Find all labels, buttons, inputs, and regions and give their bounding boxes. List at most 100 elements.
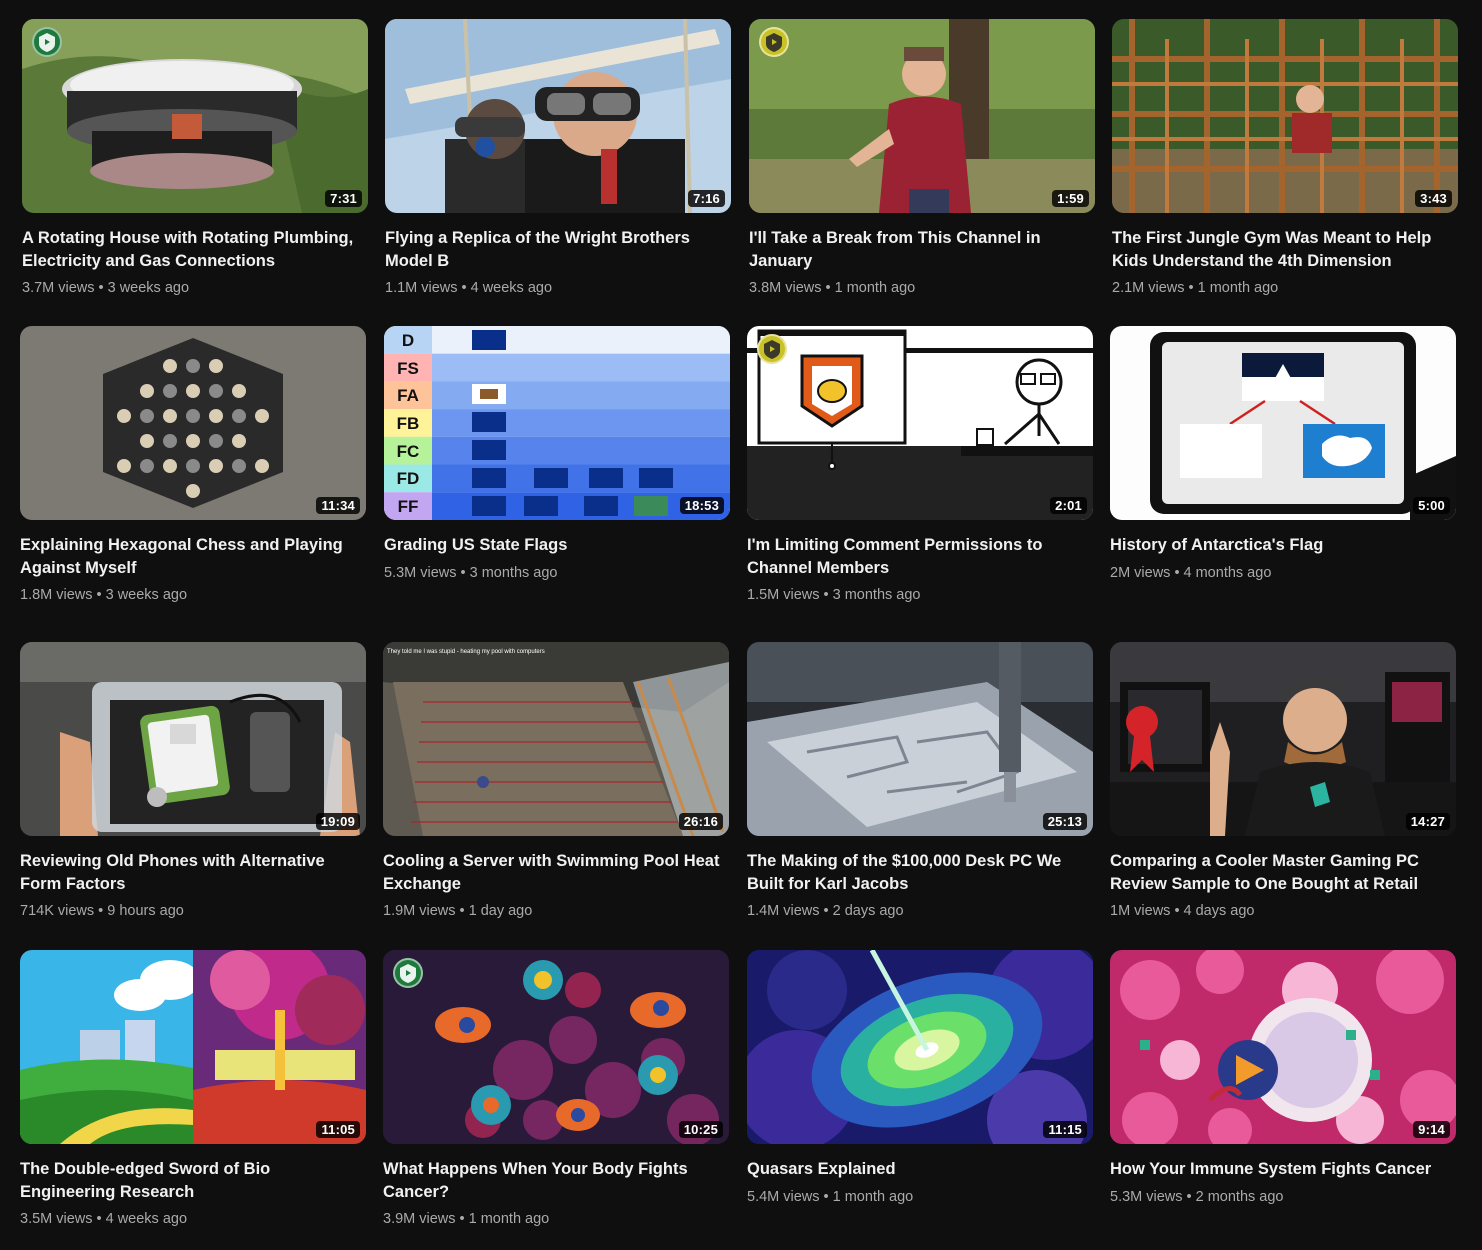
- upload-age: 3 months ago: [469, 564, 558, 581]
- video-duration: 10:25: [678, 1121, 723, 1138]
- video-card[interactable]: 5:00 History of Antarctica's Flag 2M vie…: [1110, 326, 1456, 583]
- video-thumbnail[interactable]: 7:16: [385, 19, 731, 213]
- video-card[interactable]: 10:25 What Happens When Your Body Fights…: [383, 950, 729, 1229]
- video-card[interactable]: 11:05 The Double-edged Sword of Bio Engi…: [20, 950, 366, 1229]
- view-count: 3.9M views: [383, 1211, 456, 1227]
- upload-age: 1 month ago: [832, 1188, 914, 1205]
- video-title[interactable]: Comparing a Cooler Master Gaming PC Revi…: [1110, 850, 1456, 895]
- video-meta: 3.5M views • 4 weeks ago: [20, 1209, 366, 1229]
- video-duration: 18:53: [679, 497, 724, 514]
- video-thumbnail[interactable]: 11:34: [20, 326, 366, 520]
- video-title[interactable]: How Your Immune System Fights Cancer: [1110, 1158, 1456, 1181]
- video-duration: 9:14: [1413, 1121, 1450, 1138]
- member-badge-icon: [393, 958, 423, 988]
- video-title[interactable]: Quasars Explained: [747, 1158, 1093, 1181]
- separator-dot: •: [823, 903, 829, 919]
- video-thumbnail[interactable]: D FS FA FB FC FD FF 18:53: [384, 326, 730, 520]
- video-title[interactable]: Cooling a Server with Swimming Pool Heat…: [383, 850, 729, 895]
- video-thumbnail[interactable]: 19:09: [20, 642, 366, 836]
- video-title[interactable]: I'll Take a Break from This Channel in J…: [749, 227, 1095, 272]
- video-title[interactable]: The Making of the $100,000 Desk PC We Bu…: [747, 850, 1093, 895]
- separator-dot: •: [823, 1188, 829, 1205]
- video-duration: 7:16: [688, 190, 725, 207]
- video-card[interactable]: 14:27 Comparing a Cooler Master Gaming P…: [1110, 642, 1456, 921]
- video-thumbnail[interactable]: They told me I was stupid - heating my p…: [383, 642, 729, 836]
- video-card[interactable]: 7:16 Flying a Replica of the Wright Brot…: [385, 19, 731, 298]
- separator-dot: •: [459, 903, 465, 919]
- video-card[interactable]: 9:14 How Your Immune System Fights Cance…: [1110, 950, 1456, 1207]
- video-card[interactable]: 7:31 A Rotating House with Rotating Plum…: [22, 19, 368, 298]
- view-count: 1M views: [1110, 903, 1171, 919]
- video-title[interactable]: I'm Limiting Comment Permissions to Chan…: [747, 534, 1093, 579]
- video-thumbnail[interactable]: 25:13: [747, 642, 1093, 836]
- separator-dot: •: [459, 1211, 465, 1227]
- video-meta: 714K views • 9 hours ago: [20, 901, 366, 921]
- video-thumbnail[interactable]: 9:14: [1110, 950, 1456, 1144]
- video-thumbnail[interactable]: 11:15: [747, 950, 1093, 1144]
- video-card[interactable]: They told me I was stupid - heating my p…: [383, 642, 729, 921]
- thumbnail-image-hex-chess: [20, 326, 366, 520]
- video-thumbnail[interactable]: 1:59: [749, 19, 1095, 213]
- video-title[interactable]: Flying a Replica of the Wright Brothers …: [385, 227, 731, 272]
- video-card[interactable]: 2:01 I'm Limiting Comment Permissions to…: [747, 326, 1093, 605]
- video-title[interactable]: What Happens When Your Body Fights Cance…: [383, 1158, 729, 1203]
- video-duration: 25:13: [1042, 813, 1087, 830]
- separator-dot: •: [1188, 280, 1194, 296]
- video-meta: 1.4M views • 2 days ago: [747, 901, 1093, 921]
- video-card[interactable]: 1:59 I'll Take a Break from This Channel…: [749, 19, 1095, 298]
- video-card[interactable]: 25:13 The Making of the $100,000 Desk PC…: [747, 642, 1093, 921]
- separator-dot: •: [825, 280, 831, 296]
- upload-age: 1 day ago: [468, 903, 533, 919]
- video-title[interactable]: A Rotating House with Rotating Plumbing,…: [22, 227, 368, 272]
- video-card[interactable]: 11:15 Quasars Explained 5.4M views • 1 mon…: [747, 950, 1093, 1207]
- video-duration: 19:09: [315, 813, 360, 830]
- upload-age: 2 months ago: [1195, 1188, 1284, 1205]
- video-card[interactable]: D FS FA FB FC FD FF 18:53 Grading US Sta…: [384, 326, 730, 583]
- video-title[interactable]: Grading US State Flags: [384, 534, 730, 557]
- video-thumbnail[interactable]: 2:01: [747, 326, 1093, 520]
- thumbnail-image-gaming-pc-review: [1110, 642, 1456, 836]
- video-title[interactable]: History of Antarctica's Flag: [1110, 534, 1456, 557]
- member-badge-icon: [32, 27, 62, 57]
- separator-dot: •: [98, 280, 104, 296]
- video-meta: 1M views • 4 days ago: [1110, 901, 1456, 921]
- video-title[interactable]: The First Jungle Gym Was Meant to Help K…: [1112, 227, 1458, 272]
- video-duration: 14:27: [1405, 813, 1450, 830]
- video-meta: 1.9M views • 1 day ago: [383, 901, 729, 921]
- thumbnail-image-antarctica-flag: [1110, 326, 1456, 520]
- thumbnail-image-flag-tier-list: D FS FA FB FC FD FF: [384, 326, 730, 520]
- video-card[interactable]: 19:09 Reviewing Old Phones with Alternat…: [20, 642, 366, 921]
- tier-label: FA: [397, 386, 419, 405]
- separator-dot: •: [461, 280, 467, 296]
- separator-dot: •: [460, 564, 466, 581]
- video-thumbnail[interactable]: 3:43: [1112, 19, 1458, 213]
- separator-dot: •: [823, 587, 829, 603]
- upload-age: 4 days ago: [1183, 903, 1255, 919]
- video-thumbnail[interactable]: 11:05: [20, 950, 366, 1144]
- thumbnail-image-jungle-gym: [1112, 19, 1458, 213]
- video-thumbnail[interactable]: 5:00: [1110, 326, 1456, 520]
- upload-age: 1 month ago: [834, 280, 916, 296]
- thumbnail-image-rotating-house: [22, 19, 368, 213]
- video-thumbnail[interactable]: 10:25: [383, 950, 729, 1144]
- view-count: 1.4M views: [747, 903, 820, 919]
- upload-age: 9 hours ago: [107, 903, 184, 919]
- video-thumbnail[interactable]: 14:27: [1110, 642, 1456, 836]
- video-card[interactable]: 3:43 The First Jungle Gym Was Meant to H…: [1112, 19, 1458, 298]
- tier-label: D: [402, 331, 414, 350]
- thumbnail-image-old-phones: [20, 642, 366, 836]
- separator-dot: •: [98, 903, 104, 919]
- video-card[interactable]: 11:34 Explaining Hexagonal Chess and Pla…: [20, 326, 366, 605]
- view-count: 3.5M views: [20, 1211, 93, 1227]
- video-title[interactable]: Explaining Hexagonal Chess and Playing A…: [20, 534, 366, 579]
- thumbnail-image-cancer-cells: [383, 950, 729, 1144]
- video-meta: 3.7M views • 3 weeks ago: [22, 278, 368, 298]
- video-thumbnail[interactable]: 7:31: [22, 19, 368, 213]
- tier-label: FD: [397, 469, 420, 488]
- thumbnail-image-quasar: [747, 950, 1093, 1144]
- video-title[interactable]: The Double-edged Sword of Bio Engineerin…: [20, 1158, 366, 1203]
- video-title[interactable]: Reviewing Old Phones with Alternative Fo…: [20, 850, 366, 895]
- thumbnail-image-immune-system: [1110, 950, 1456, 1144]
- view-count: 5.3M views: [384, 564, 457, 581]
- thumbnail-image-cnc-machining: [747, 642, 1093, 836]
